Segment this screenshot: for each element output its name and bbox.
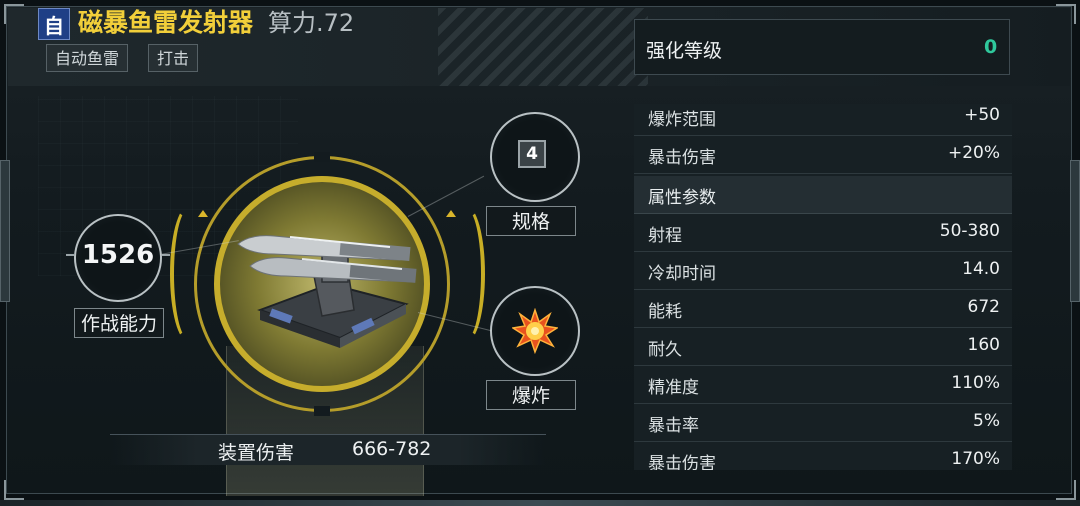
spec-value: 4 <box>518 140 546 168</box>
explosion-label: 爆炸 <box>486 380 576 410</box>
tag-chip-auto-torpedo[interactable]: 自动鱼雷 <box>46 44 129 72</box>
auto-tag-badge: 自 <box>38 8 70 40</box>
combat-power-value: 1526 <box>81 240 155 270</box>
stat-name: 耐久 <box>648 340 682 360</box>
arc-marker <box>446 210 456 217</box>
stat-name: 暴击伤害 <box>648 148 716 168</box>
stat-value: 170% <box>951 449 1000 469</box>
enhancement-level-label: 强化等级 <box>646 40 723 62</box>
stat-name: 能耗 <box>648 302 682 322</box>
weapon-name: 磁暴鱼雷发射器 <box>78 8 254 37</box>
computing-power: 算力.72 <box>268 9 355 37</box>
circle-tick <box>66 254 74 256</box>
tag-chip-strike[interactable]: 打击 <box>148 44 199 72</box>
stat-value: +50 <box>964 105 1000 125</box>
section-title: 属性参数 <box>648 188 716 208</box>
stat-name: 暴击伤害 <box>648 454 716 470</box>
left-arc <box>170 206 207 342</box>
frame-corner <box>1056 480 1076 500</box>
ring-gap <box>314 152 330 162</box>
stat-value: 14.0 <box>962 259 1000 279</box>
ring-gap <box>314 406 330 416</box>
stat-name: 冷却时间 <box>648 264 716 284</box>
device-damage-bar <box>110 434 546 465</box>
stat-row: 冷却时间 14.0 <box>634 252 1012 290</box>
stat-name: 精准度 <box>648 378 699 398</box>
stat-name: 暴击率 <box>648 416 699 436</box>
stat-row: 爆炸范围 +50 <box>634 104 1012 136</box>
stat-value: 110% <box>951 373 1000 393</box>
stat-value: 160 <box>967 335 1000 355</box>
stat-name: 射程 <box>648 226 682 246</box>
combat-power-label: 作战能力 <box>74 308 164 338</box>
stat-value: 672 <box>967 297 1000 317</box>
stat-row: 精准度 110% <box>634 366 1012 404</box>
stat-value: 5% <box>973 411 1000 431</box>
torpedo-launcher-image <box>237 235 417 348</box>
header-stripes <box>438 8 648 86</box>
stat-row: 暴击伤害 +20% <box>634 136 1012 174</box>
right-bracket <box>1070 160 1080 302</box>
weapon-display: 1526 作战能力 4 规格 爆炸 装置伤害 666-782 <box>8 86 628 496</box>
device-damage-label: 装置伤害 <box>218 442 295 464</box>
stats-panel[interactable]: 爆炸范围 +50 暴击伤害 +20% 属性参数 射程 50-380 冷却时间 1… <box>634 104 1012 470</box>
stat-row: 耐久 160 <box>634 328 1012 366</box>
arc-marker <box>198 210 208 217</box>
stat-row: 能耗 672 <box>634 290 1012 328</box>
explosion-icon <box>512 308 558 354</box>
stat-value: +20% <box>947 143 1000 163</box>
device-damage-value: 666-782 <box>352 438 432 460</box>
stat-row: 暴击率 5% <box>634 404 1012 442</box>
stat-name: 爆炸范围 <box>648 110 716 130</box>
stat-row: 暴击伤害 170% <box>634 442 1012 470</box>
spec-label: 规格 <box>486 206 576 236</box>
stat-value: 50-380 <box>939 221 1000 241</box>
bottom-edge <box>0 500 1080 506</box>
stat-row: 射程 50-380 <box>634 214 1012 252</box>
attribute-section-header: 属性参数 <box>634 176 1012 214</box>
enhancement-level-value: 0 <box>984 36 998 58</box>
